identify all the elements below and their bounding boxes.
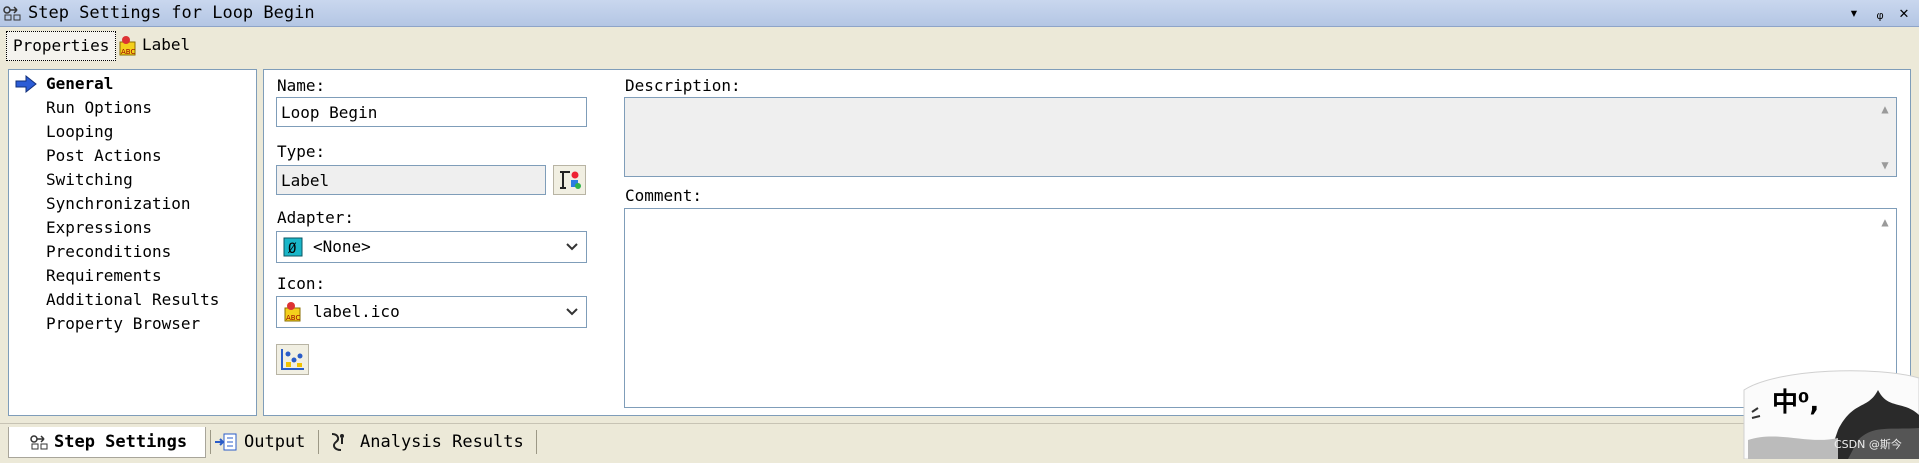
svg-text:ABC: ABC [286, 314, 300, 322]
adapter-label: Adapter: [277, 208, 355, 227]
top-tab-strip: Properties ABC Label [0, 27, 1919, 63]
scatter-chart-icon [281, 349, 304, 370]
scroll-up-icon[interactable]: ▲ [1876, 215, 1894, 229]
tab-analysis-results-label: Analysis Results [360, 432, 524, 452]
step-settings-icon [30, 435, 48, 450]
type-label: Type: [277, 142, 326, 161]
nav-item-general[interactable]: General [46, 73, 113, 95]
selected-arrow-icon [15, 74, 37, 94]
analysis-icon [331, 433, 344, 451]
nav-item-preconditions[interactable]: Preconditions [46, 241, 171, 263]
type-palette-icon [560, 171, 581, 189]
tab-label-label: Label [142, 35, 191, 54]
watermark-caption: CSDN @斯今 [1834, 438, 1902, 451]
nav-item-looping[interactable]: Looping [46, 121, 113, 143]
label-ico-icon: ABC [284, 302, 301, 322]
tab-analysis-results[interactable]: Analysis Results [328, 427, 524, 457]
general-settings-panel: Name: Loop Begin Type: Label Adapter: Ø … [263, 69, 1911, 416]
watermark: 中⁰, CSDN @斯今 [1738, 370, 1919, 460]
nav-item-expressions[interactable]: Expressions [46, 217, 152, 239]
bottom-dock-tabs: Step Settings Output Analysis Results [0, 423, 1919, 460]
icon-label: Icon: [277, 274, 326, 293]
tab-step-settings[interactable]: Step Settings [8, 427, 206, 458]
scroll-down-icon[interactable]: ▼ [1876, 158, 1894, 172]
chevron-down-icon[interactable] [558, 297, 586, 327]
name-label: Name: [277, 76, 326, 95]
chevron-down-icon[interactable] [558, 232, 586, 262]
nav-item-requirements[interactable]: Requirements [46, 265, 162, 287]
description-field[interactable]: ▲ ▼ [624, 97, 1897, 177]
svg-text:Ø: Ø [288, 241, 297, 257]
comment-label: Comment: [625, 186, 703, 205]
svg-text:ABC: ABC [121, 48, 135, 56]
pin-button[interactable]: ᵩ [1870, 3, 1890, 23]
type-field: Label [276, 165, 546, 195]
output-icon [215, 433, 237, 451]
name-field[interactable]: Loop Begin [276, 97, 587, 127]
tab-output-label: Output [244, 432, 306, 452]
nav-item-post-actions[interactable]: Post Actions [46, 145, 162, 167]
tab-label[interactable]: ABC Label [118, 31, 190, 59]
adapter-none-icon: Ø [283, 237, 303, 257]
tab-step-settings-label: Step Settings [54, 432, 188, 452]
description-label: Description: [625, 76, 741, 95]
comment-field[interactable]: ▲ ▼ [624, 208, 1897, 408]
close-button[interactable]: ✕ [1894, 3, 1914, 23]
tab-properties-label: Properties [13, 36, 110, 55]
window-title: Step Settings for Loop Begin [28, 3, 315, 23]
tab-separator [318, 430, 319, 454]
type-browse-button[interactable] [553, 165, 586, 195]
step-settings-icon [3, 6, 21, 21]
icon-value: label.ico [313, 302, 400, 321]
icon-select[interactable]: ABC label.ico [276, 296, 587, 328]
nav-item-switching[interactable]: Switching [46, 169, 133, 191]
settings-nav: General Run Options Looping Post Actions… [8, 69, 257, 416]
adapter-value: <None> [313, 237, 371, 256]
window-menu-button[interactable]: ▾ [1844, 3, 1864, 23]
nav-item-additional-results[interactable]: Additional Results [46, 289, 219, 311]
label-icon: ABC [119, 35, 136, 56]
tab-separator [536, 430, 537, 454]
tab-properties[interactable]: Properties [6, 31, 117, 61]
title-bar: Step Settings for Loop Begin ▾ ᵩ ✕ [0, 0, 1919, 27]
watermark-text: 中⁰, [1772, 388, 1820, 418]
nav-item-synchronization[interactable]: Synchronization [46, 193, 191, 215]
icon-browse-button[interactable] [276, 344, 309, 375]
adapter-select[interactable]: Ø <None> [276, 231, 587, 263]
nav-item-property-browser[interactable]: Property Browser [46, 313, 200, 335]
tab-separator [210, 430, 211, 454]
tab-output[interactable]: Output [214, 427, 305, 457]
scroll-up-icon[interactable]: ▲ [1876, 102, 1894, 116]
nav-item-run-options[interactable]: Run Options [46, 97, 152, 119]
